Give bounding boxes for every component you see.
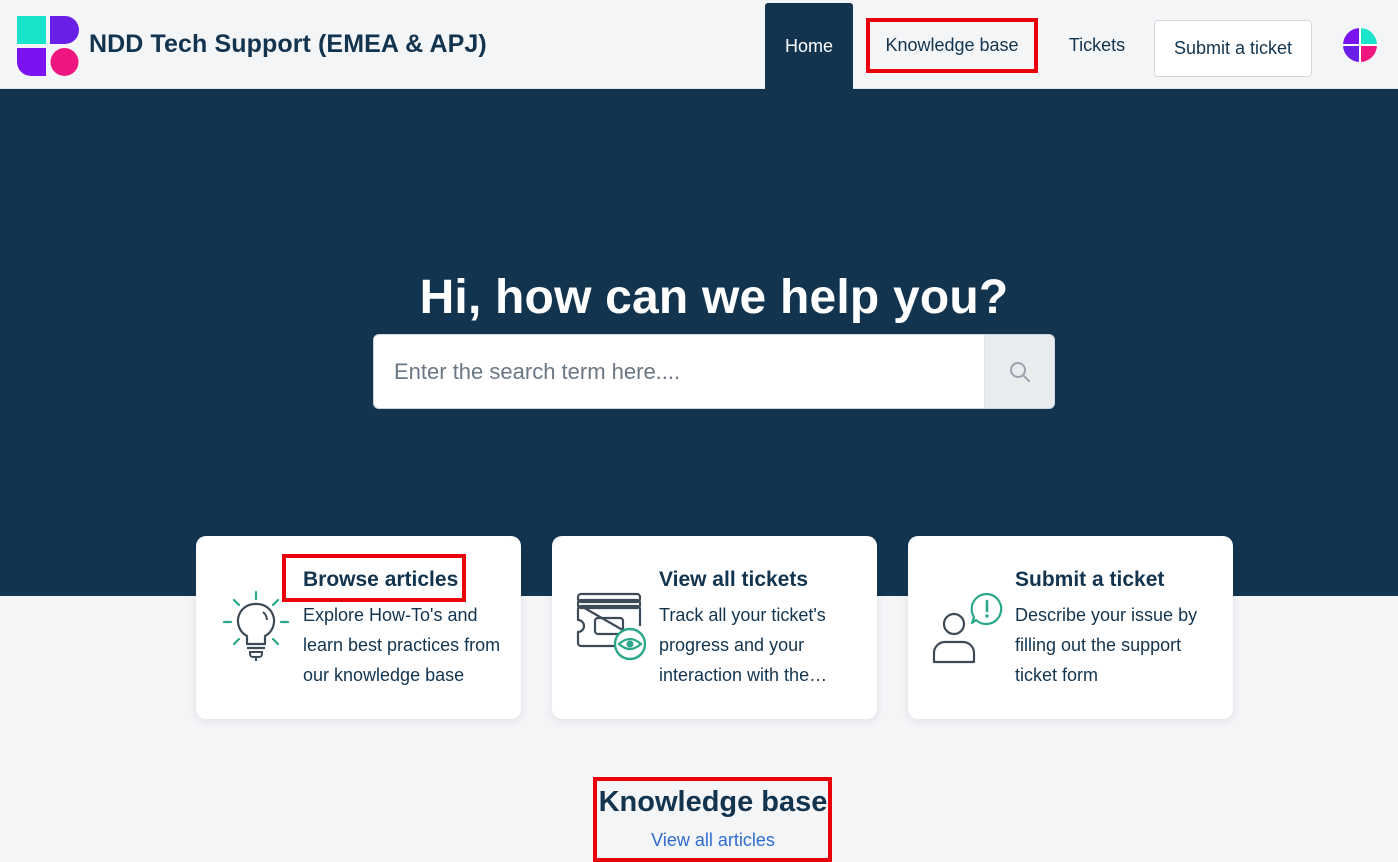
search-icon: [1009, 361, 1030, 382]
card-description: Describe your issue by filling out the s…: [1015, 605, 1198, 685]
nav-tickets[interactable]: Tickets: [1055, 18, 1139, 73]
view-all-articles-link[interactable]: View all articles: [593, 830, 833, 851]
nav-home[interactable]: Home: [765, 3, 853, 89]
brand-logo-icon[interactable]: [17, 16, 79, 76]
knowledge-base-heading: Knowledge base: [598, 786, 828, 818]
lightbulb-icon: [222, 590, 290, 661]
search-input[interactable]: [374, 335, 985, 408]
card-description: Explore How-To's and learn best practice…: [303, 605, 501, 685]
search-bar: [373, 334, 1055, 409]
brand-title[interactable]: NDD Tech Support (EMEA & APJ): [89, 30, 487, 59]
submit-ticket-button[interactable]: Submit a ticket: [1154, 20, 1312, 77]
card-title[interactable]: View all tickets: [659, 568, 808, 592]
search-button[interactable]: [984, 335, 1054, 408]
ticket-view-icon: [576, 592, 646, 661]
card-title[interactable]: Browse articles: [303, 568, 458, 592]
hero-title: Hi, how can we help you?: [419, 271, 1009, 324]
card-title[interactable]: Submit a ticket: [1015, 568, 1164, 592]
card-description: Track all your ticket's progress and you…: [659, 605, 826, 685]
nav-knowledge-base[interactable]: Knowledge base: [866, 18, 1038, 73]
card-submit-ticket[interactable]: Submit a ticket Describe your issue by f…: [908, 536, 1233, 719]
card-view-all-tickets[interactable]: View all tickets Track all your ticket's…: [552, 536, 877, 719]
user-alert-icon: [932, 592, 1003, 664]
card-browse-articles[interactable]: Browse articles Explore How-To's and lea…: [196, 536, 521, 719]
user-avatar-icon[interactable]: [1342, 27, 1378, 63]
top-header: NDD Tech Support (EMEA & APJ) Home Knowl…: [0, 0, 1398, 89]
